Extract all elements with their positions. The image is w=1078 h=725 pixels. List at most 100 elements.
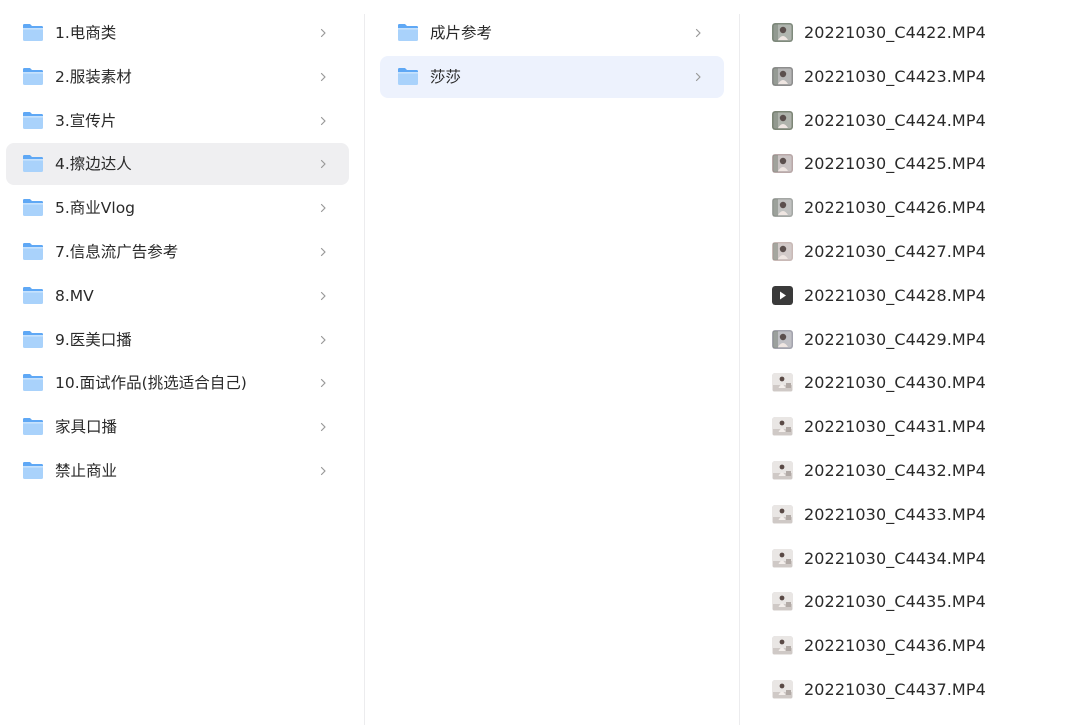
file-name: 20221030_C4427.MP4 bbox=[804, 242, 986, 261]
file-item[interactable]: 20221030_C4436.MP4 bbox=[766, 625, 1066, 667]
folder-item[interactable]: 4.擦边达人 bbox=[6, 143, 349, 186]
file-name: 20221030_C4433.MP4 bbox=[804, 504, 986, 524]
video-thumbnail-icon bbox=[772, 329, 793, 349]
file-name: 20221030_C4432.MP4 bbox=[804, 461, 986, 480]
file-column-browser: 1.电商类 2.服装素材 3.宣传片 4.擦边达人 5.商业Vlog 7.信息流广告参考 8… bbox=[0, 0, 1078, 725]
video-thumbnail-icon bbox=[772, 66, 793, 86]
video-thumbnail-icon bbox=[772, 373, 793, 393]
file-item[interactable]: 20221030_C4435.MP4 bbox=[766, 581, 1066, 623]
folder-item[interactable]: 5.商业Vlog bbox=[6, 187, 349, 229]
chevron-right-icon bbox=[695, 72, 701, 81]
folder-label: 1.电商类 bbox=[55, 24, 117, 42]
file-name: 20221030_C4422.MP4 bbox=[804, 23, 986, 42]
folder-label: 9.医美口播 bbox=[55, 330, 132, 349]
chevron-right-icon bbox=[320, 423, 326, 432]
chevron-right-icon bbox=[320, 291, 326, 300]
video-thumbnail-icon bbox=[772, 154, 793, 174]
file-column-3: 20221030_C4422.MP4 20221030_C4423.MP4 2022… bbox=[740, 0, 1078, 725]
file-name: 20221030_C4423.MP4 bbox=[804, 66, 986, 86]
chevron-right-icon bbox=[320, 116, 326, 125]
folder-icon bbox=[23, 155, 43, 173]
file-name: 20221030_C4437.MP4 bbox=[804, 680, 986, 699]
folder-item[interactable]: 10.面试作品(挑选适合自己) bbox=[6, 362, 349, 404]
file-item[interactable]: 20221030_C4425.MP4 bbox=[766, 143, 1066, 185]
file-item[interactable]: 20221030_C4427.MP4 bbox=[766, 231, 1066, 273]
folder-icon bbox=[23, 374, 43, 392]
play-icon bbox=[772, 285, 793, 305]
folder-label: 2.服装素材 bbox=[55, 67, 132, 86]
folder-icon bbox=[23, 67, 43, 85]
file-item[interactable]: 20221030_C4430.MP4 bbox=[766, 362, 1066, 404]
file-item[interactable]: 20221030_C4434.MP4 bbox=[766, 538, 1066, 580]
file-name: 20221030_C4429.MP4 bbox=[804, 329, 986, 349]
file-item[interactable]: 20221030_C4426.MP4 bbox=[766, 187, 1066, 229]
file-name: 20221030_C4431.MP4 bbox=[804, 417, 986, 437]
video-thumbnail-icon bbox=[772, 417, 793, 437]
video-thumbnail-icon bbox=[772, 592, 793, 612]
folder-label: 4.擦边达人 bbox=[55, 155, 132, 174]
folder-label: 5.商业Vlog bbox=[55, 199, 136, 218]
chevron-right-icon bbox=[320, 28, 326, 38]
video-thumbnail-icon bbox=[772, 680, 793, 699]
folder-item[interactable]: 莎莎 bbox=[380, 55, 724, 98]
file-item[interactable]: 20221030_C4423.MP4 bbox=[766, 56, 1066, 98]
folder-item[interactable]: 家具口播 bbox=[6, 406, 349, 448]
folder-icon bbox=[23, 199, 43, 217]
folder-icon bbox=[23, 330, 43, 348]
file-item[interactable]: 20221030_C4429.MP4 bbox=[766, 319, 1066, 361]
folder-icon bbox=[23, 286, 43, 304]
video-thumbnail-icon bbox=[772, 110, 793, 130]
chevron-right-icon bbox=[320, 466, 326, 476]
video-thumbnail-icon bbox=[772, 242, 793, 261]
file-name: 20221030_C4434.MP4 bbox=[804, 548, 986, 568]
folder-label: 10.面试作品(挑选适合自己) bbox=[55, 374, 247, 393]
folder-label: 3.宣传片 bbox=[55, 111, 117, 130]
folder-item[interactable]: 禁止商业 bbox=[6, 450, 349, 492]
file-name: 20221030_C4425.MP4 bbox=[804, 154, 986, 174]
file-item[interactable]: 20221030_C4422.MP4 bbox=[766, 12, 1066, 54]
folder-icon bbox=[23, 418, 43, 436]
file-name: 20221030_C4426.MP4 bbox=[804, 198, 986, 218]
file-item[interactable]: 20221030_C4433.MP4 bbox=[766, 494, 1066, 536]
file-name: 20221030_C4435.MP4 bbox=[804, 592, 986, 612]
file-item[interactable]: 20221030_C4431.MP4 bbox=[766, 406, 1066, 448]
file-item[interactable]: 20221030_C4424.MP4 bbox=[766, 100, 1066, 142]
folder-item[interactable]: 3.宣传片 bbox=[6, 100, 349, 142]
file-item[interactable]: 20221030_C4428.MP4 bbox=[766, 275, 1066, 317]
chevron-right-icon bbox=[695, 28, 701, 38]
folder-label: 成片参考 bbox=[430, 24, 493, 42]
folder-icon bbox=[23, 24, 43, 41]
file-name: 20221030_C4436.MP4 bbox=[804, 636, 986, 656]
folder-icon bbox=[23, 462, 43, 479]
folder-icon bbox=[398, 24, 418, 41]
folder-icon bbox=[23, 111, 43, 129]
folder-item[interactable]: 9.医美口播 bbox=[6, 319, 349, 361]
chevron-right-icon bbox=[320, 72, 326, 81]
video-thumbnail-icon bbox=[772, 23, 793, 42]
folder-item[interactable]: 1.电商类 bbox=[6, 12, 349, 54]
video-thumbnail-icon bbox=[772, 504, 793, 524]
file-name: 20221030_C4424.MP4 bbox=[804, 110, 986, 130]
file-item[interactable]: 20221030_C4437.MP4 bbox=[766, 669, 1066, 711]
video-thumbnail-icon bbox=[772, 198, 793, 218]
file-item[interactable]: 20221030_C4432.MP4 bbox=[766, 450, 1066, 492]
folder-label: 8.MV bbox=[55, 286, 94, 305]
folder-label: 莎莎 bbox=[430, 67, 462, 86]
folder-item[interactable]: 7.信息流广告参考 bbox=[6, 231, 349, 273]
folder-item[interactable]: 2.服装素材 bbox=[6, 56, 349, 98]
folder-item[interactable]: 成片参考 bbox=[380, 12, 724, 54]
file-name: 20221030_C4428.MP4 bbox=[804, 285, 986, 305]
chevron-right-icon bbox=[320, 379, 326, 388]
folder-item[interactable]: 8.MV bbox=[6, 275, 349, 317]
folder-column-2: 成片参考 莎莎 bbox=[365, 0, 739, 725]
folder-column-1: 1.电商类 2.服装素材 3.宣传片 4.擦边达人 5.商业Vlog 7.信息流广告参考 8… bbox=[0, 0, 364, 725]
chevron-right-icon bbox=[320, 335, 326, 344]
folder-label: 禁止商业 bbox=[55, 462, 118, 480]
file-name: 20221030_C4430.MP4 bbox=[804, 373, 986, 393]
video-thumbnail-icon bbox=[772, 548, 793, 568]
folder-icon bbox=[23, 243, 43, 260]
video-thumbnail-icon bbox=[772, 461, 793, 480]
folder-label: 7.信息流广告参考 bbox=[55, 243, 179, 261]
chevron-right-icon bbox=[320, 160, 326, 169]
chevron-right-icon bbox=[320, 204, 326, 213]
